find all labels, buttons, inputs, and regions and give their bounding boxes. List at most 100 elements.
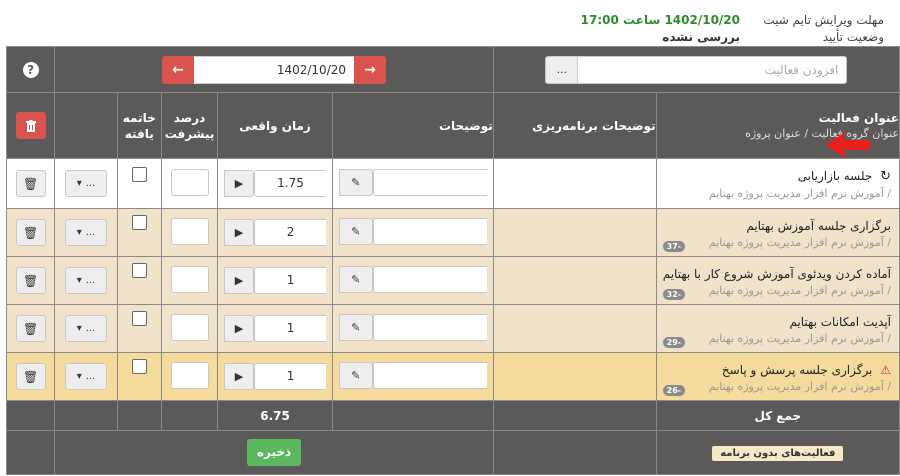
unplanned-activities-button[interactable]: فعالیت‌های بدون برنامه [712, 445, 844, 461]
desc-input[interactable] [372, 361, 487, 389]
progress-input[interactable] [170, 313, 209, 341]
delete-row-button[interactable]: 🗑 [15, 170, 46, 197]
play-icon: ▶ [234, 322, 244, 335]
finished-checkbox[interactable] [131, 263, 147, 278]
edit-desc-button[interactable]: ✎ [338, 217, 373, 245]
chevron-down-icon: ▾ [76, 178, 82, 189]
time-input[interactable]: 1 [254, 315, 327, 342]
delay-badge: -26 [662, 385, 686, 396]
date-navigator: ← 1402/10/20 → [162, 55, 387, 84]
chevron-down-icon: ▾ [76, 227, 82, 238]
row-menu-dropdown[interactable]: ▾... [64, 315, 107, 342]
timer-play-button[interactable]: ▶ [224, 219, 255, 246]
progress-input[interactable] [170, 361, 209, 389]
activity-sub: / آموزش نرم افزار مدیریت پروژه بهتایم [708, 283, 891, 297]
actions-row: فعالیت‌های بدون برنامه ذخیره [5, 430, 900, 475]
col-progress: درصد پیشرفت [160, 92, 219, 159]
edit-desc-button[interactable]: ✎ [338, 313, 373, 341]
row-menu-dropdown[interactable]: ▾... [64, 363, 107, 390]
total-row: جمع کل 6.75 [5, 400, 900, 431]
header-row: عنوان فعالیت عنوان گروه فعالیت / عنوان پ… [5, 92, 900, 159]
deadline-value: 1402/10/20 ساعت 17:00 [580, 13, 740, 27]
play-icon: ▶ [234, 226, 244, 239]
prev-day-button[interactable]: ← [162, 55, 195, 84]
activity-sub: / آموزش نرم افزار مدیریت پروژه بهتایم [708, 331, 891, 345]
edit-desc-button[interactable]: ✎ [338, 361, 373, 389]
progress-input[interactable] [170, 168, 209, 196]
activity-title: آپدیت امکانات بهتایم [789, 314, 891, 329]
time-input[interactable]: 2 [254, 219, 327, 246]
edit-desc-button[interactable]: ✎ [338, 168, 373, 196]
save-button[interactable]: ذخیره [246, 439, 302, 466]
date-field[interactable]: 1402/10/20 [194, 55, 355, 84]
row-menu-dropdown[interactable]: ▾... [64, 170, 107, 197]
delete-row-button[interactable]: 🗑 [15, 219, 46, 246]
time-input[interactable]: 1 [254, 363, 327, 390]
trash-icon: 🗑 [23, 369, 39, 384]
activity-sub: / آموزش نرم افزار مدیریت پروژه بهتایم [708, 187, 891, 200]
play-icon: ▶ [234, 370, 244, 383]
col-desc: توضیحات [331, 92, 494, 159]
toolbar-row: افزودن فعالیت ... ← 1402/10/20 → ? [5, 46, 900, 93]
table-row: آماده کردن ویدئوی آموزش شروع کار با بهتا… [5, 256, 900, 305]
timer-play-button[interactable]: ▶ [224, 315, 255, 342]
finished-checkbox[interactable] [131, 215, 147, 230]
col-actual-time: زمان واقعی [217, 92, 333, 159]
progress-input[interactable] [170, 265, 209, 293]
status-value: بررسی نشده [662, 30, 740, 44]
time-input[interactable]: 1.75 [254, 170, 327, 197]
edit-icon: ✎ [351, 368, 361, 382]
deadline-label: مهلت ویرایش تایم شیت [763, 13, 884, 27]
refresh-icon[interactable]: ↻ [880, 169, 891, 184]
desc-input[interactable] [372, 265, 487, 293]
desc-input[interactable] [372, 168, 487, 196]
desc-input[interactable] [372, 313, 487, 341]
time-input[interactable]: 1 [254, 267, 327, 294]
table-row: برگزاری جلسه آموزش بهتایم / آموزش نرم اف… [5, 208, 900, 257]
trash-icon: 🗑 [23, 176, 39, 191]
edit-icon: ✎ [351, 175, 361, 189]
next-day-button[interactable]: → [354, 55, 387, 84]
delay-badge: -37 [662, 241, 686, 252]
arrow-left-icon: ← [172, 61, 184, 78]
trash-icon [25, 119, 36, 132]
edit-icon: ✎ [351, 224, 361, 238]
delay-badge: -32 [662, 289, 686, 300]
add-activity-group: افزودن فعالیت ... [545, 55, 848, 84]
col-planning-desc: توضیحات برنامه‌ریزی [492, 92, 657, 159]
activity-sub: / آموزش نرم افزار مدیریت پروژه بهتایم [708, 379, 891, 393]
trash-icon: 🗑 [23, 225, 39, 240]
activity-title: برگزاری جلسه آموزش بهتایم [746, 218, 891, 233]
edit-desc-button[interactable]: ✎ [338, 265, 373, 293]
timer-play-button[interactable]: ▶ [224, 267, 255, 294]
chevron-down-icon: ▾ [76, 275, 82, 286]
delete-all-button[interactable] [15, 112, 46, 139]
activity-title: ⚠ برگزاری جلسه پرسش و پاسخ [721, 362, 891, 377]
finished-checkbox[interactable] [131, 311, 147, 326]
add-activity-more-button[interactable]: ... [545, 55, 578, 84]
help-icon[interactable]: ? [22, 61, 39, 78]
chevron-down-icon: ▾ [76, 371, 82, 382]
activity-sub: / آموزش نرم افزار مدیریت پروژه بهتایم [708, 235, 891, 249]
delete-row-button[interactable]: 🗑 [15, 267, 46, 294]
finished-checkbox[interactable] [131, 167, 147, 182]
delay-badge: -29 [662, 337, 686, 348]
timer-play-button[interactable]: ▶ [224, 363, 255, 390]
arrow-right-icon: → [364, 61, 376, 78]
warning-icon: ⚠ [880, 362, 891, 377]
edit-icon: ✎ [351, 320, 361, 334]
progress-input[interactable] [170, 217, 209, 245]
delete-row-button[interactable]: 🗑 [15, 363, 46, 390]
activity-title: آماده کردن ویدئوی آموزش شروع کار با بهتا… [662, 266, 891, 281]
timer-play-button[interactable]: ▶ [224, 170, 255, 197]
delete-row-button[interactable]: 🗑 [15, 315, 46, 342]
row-menu-dropdown[interactable]: ▾... [64, 219, 107, 246]
add-activity-input[interactable]: افزودن فعالیت [577, 55, 848, 84]
trash-icon: 🗑 [23, 273, 39, 288]
total-label: جمع کل [655, 400, 900, 431]
finished-checkbox[interactable] [131, 359, 147, 374]
chevron-down-icon: ▾ [76, 323, 82, 334]
desc-input[interactable] [372, 217, 487, 245]
activity-title: ↻ جلسه بازاریابی [797, 169, 891, 184]
row-menu-dropdown[interactable]: ▾... [64, 267, 107, 294]
